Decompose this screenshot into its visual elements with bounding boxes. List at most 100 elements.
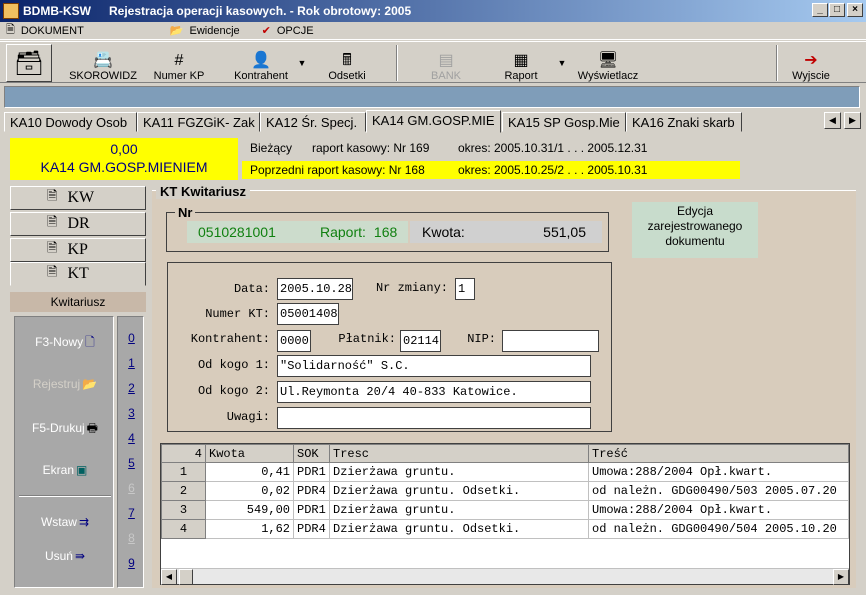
table-row[interactable]: 4 1,62 PDR4 Dzierżawa gruntu. Odsetki. o… [161,519,849,539]
tresc2-header[interactable]: Treść [588,444,849,463]
cell-amount[interactable]: 0,41 [205,462,294,482]
cell-amount[interactable]: 549,00 [205,500,294,520]
nav-kw[interactable]: 🗎 KW [10,186,146,210]
tresc-header[interactable]: Tresc [329,444,589,463]
kt-number-field[interactable]: 05001408 [277,303,339,325]
cell-tresc[interactable]: Dzierżawa gruntu. [329,500,589,520]
register-button[interactable]: Rejestruj 📂 [15,377,115,391]
menu-opcje[interactable]: ✔ OPCJE [262,24,314,38]
insert-button[interactable]: Wstaw ⇉ [15,515,115,529]
payer-field[interactable]: 02114 [400,330,441,352]
shortcut-7[interactable]: 7 [118,506,145,520]
shortcut-6[interactable]: 6 [118,481,145,495]
shortcut-1[interactable]: 1 [118,356,145,370]
from-who-2-field[interactable]: Ul.Reymonta 20/4 40-833 Katowice. [277,381,591,403]
wyswietlacz-button[interactable]: 🖥 Wyświetlacz [574,44,642,82]
cell-tresc[interactable]: Dzierżawa gruntu. Odsetki. [329,481,589,501]
screen-button[interactable]: Ekran ▣ [15,463,115,477]
scroll-left-icon[interactable]: ◀ [161,569,177,585]
menu-ewidencje[interactable]: 📂 Ewidencje [170,24,240,38]
shortcut-4[interactable]: 4 [118,431,145,445]
toolbar-label: Odsetki [328,70,366,82]
menu-dokument[interactable]: 🗎 DOKUMENT [6,21,84,40]
raport-number: 168 [373,224,398,240]
nip-field[interactable] [502,330,599,352]
notes-field[interactable] [277,407,591,429]
raport-dropdown[interactable]: ▼ [556,44,568,82]
window-title: Rejestracja operacji kasowych. - Rok obr… [109,4,412,18]
app-icon[interactable] [3,3,19,19]
nav-kp[interactable]: 🗎 KP [10,238,146,262]
cash-register-icon[interactable]: 🗃 [6,44,52,82]
row-index[interactable]: 4 [161,519,206,539]
toolbar-label: Numer KP [153,70,205,82]
close-button[interactable]: × [847,3,863,17]
contractor-field[interactable]: 0000 [277,330,311,352]
row-count-header[interactable]: 4 [161,444,206,463]
new-document-icon: 🗋 [85,335,95,349]
shortcut-5[interactable]: 5 [118,456,145,470]
cell-sok[interactable]: PDR1 [293,462,330,482]
tab-ka14[interactable]: KA14 GM.GOSP.MIE [366,110,501,133]
maximize-button[interactable]: □ [829,3,845,17]
nav-dr[interactable]: 🗎 DR [10,212,146,236]
table-row[interactable]: 3 549,00 PDR1 Dzierżawa gruntu. Umowa:28… [161,500,849,520]
table-row[interactable]: 1 0,41 PDR1 Dzierżawa gruntu. Umowa:288/… [161,462,849,482]
row-index[interactable]: 2 [161,481,206,501]
cell-tresc[interactable]: Dzierżawa gruntu. [329,462,589,482]
tab-ka12[interactable]: KA12 Śr. Specj. [260,112,366,132]
toolbar-label: Raport [504,70,538,82]
shortcut-2[interactable]: 2 [118,381,145,395]
tab-ka10[interactable]: KA10 Dowody Osob [4,112,137,132]
table-row[interactable]: 2 0,02 PDR4 Dzierżawa gruntu. Odsetki. o… [161,481,849,501]
tab-scroll-right-icon[interactable]: ▶ [844,112,861,129]
current-report-period: okres: 2005.10.31/1 . . . 2005.12.31 [458,141,648,155]
monitor-icon: 🖥 [597,52,619,69]
row-index[interactable]: 3 [161,500,206,520]
exit-button[interactable]: ➔ Wyjscie [786,44,836,82]
kontrahent-dropdown[interactable]: ▼ [296,44,308,82]
new-button[interactable]: F3-Nowy 🗋 [15,333,115,354]
tab-scroll-left-icon[interactable]: ◀ [824,112,841,129]
cell-sok[interactable]: PDR1 [293,500,330,520]
from-who-1-field[interactable]: "Solidarność" S.C. [277,355,591,377]
shortcut-8[interactable]: 8 [118,531,145,545]
cell-tresc2[interactable]: od należn. GDG00490/503 2005.07.20 [588,481,849,501]
row-index[interactable]: 1 [161,462,206,482]
action-label: F3-Nowy [35,335,84,349]
scroll-thumb[interactable] [179,569,193,585]
kontrahent-button[interactable]: 👤 Kontrahent [228,44,294,82]
print-button[interactable]: F5-Drukuj 🖶 [15,419,115,440]
cell-tresc2[interactable]: od należn. GDG00490/504 2005.10.20 [588,519,849,539]
cell-amount[interactable]: 0,02 [205,481,294,501]
date-field[interactable]: 2005.10.28 [277,278,353,300]
action-label: Usuń [44,549,73,563]
cell-tresc2[interactable]: Umowa:288/2004 Opł.kwart. [588,462,849,482]
tab-ka15[interactable]: KA15 SP Gosp.Mie [502,112,626,132]
table-header: 4 Kwota SOK Tresc Treść [161,444,849,463]
shift-field[interactable]: 1 [455,278,475,300]
shortcut-3[interactable]: 3 [118,406,145,420]
horizontal-scrollbar[interactable]: ◀ ▶ [161,568,849,585]
tab-ka11[interactable]: KA11 FGZGiK- Zak [137,112,260,132]
shortcut-0[interactable]: 0 [118,331,145,345]
minimize-button[interactable]: _ [812,3,828,17]
cell-amount[interactable]: 1,62 [205,519,294,539]
cell-sok[interactable]: PDR4 [293,481,330,501]
shortcut-9[interactable]: 9 [118,556,145,570]
tab-ka16[interactable]: KA16 Znaki skarb [626,112,742,132]
cell-tresc2[interactable]: Umowa:288/2004 Opł.kwart. [588,500,849,520]
delete-button[interactable]: Usuń ⇛ [15,549,115,563]
scroll-right-icon[interactable]: ▶ [833,569,849,585]
odsetki-button[interactable]: 🖩 Odsetki [322,44,372,82]
skorowidz-button[interactable]: 📇 SKOROWIDZ [68,44,138,82]
numer-kp-button[interactable]: # Numer KP [150,44,208,82]
raport-button[interactable]: ▦ Raport [496,44,546,82]
amount-header[interactable]: Kwota [205,444,294,463]
cell-tresc[interactable]: Dzierżawa gruntu. Odsetki. [329,519,589,539]
bank-button[interactable]: ▤ BANK [420,44,472,82]
nav-kt[interactable]: 🗎 KT [10,262,146,286]
sok-header[interactable]: SOK [293,444,330,463]
action-label: Ekran [42,463,74,477]
cell-sok[interactable]: PDR4 [293,519,330,539]
